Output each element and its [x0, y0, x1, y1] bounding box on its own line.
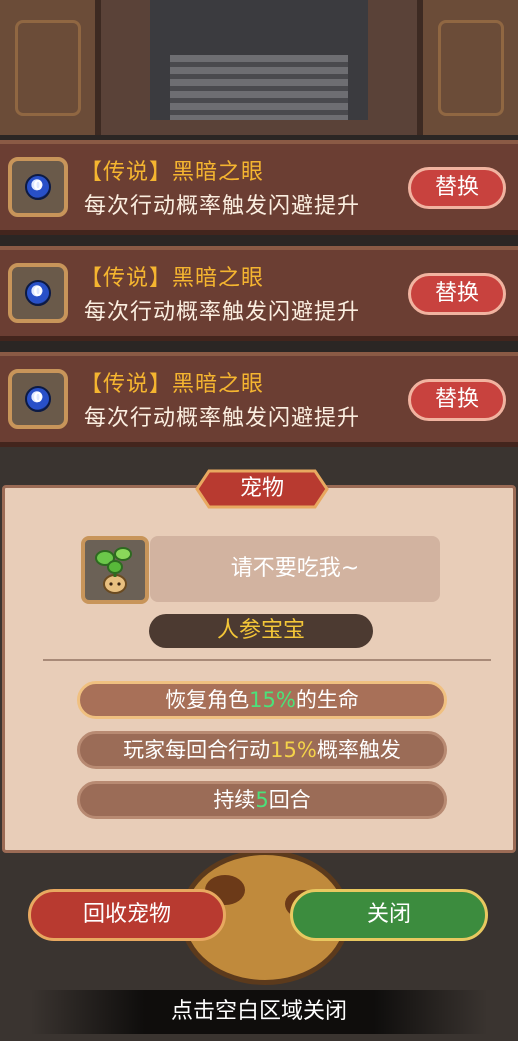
effect-text: 玩家每回合行动: [123, 738, 271, 762]
pet-effect-heal: 恢复角色15%的生命: [77, 681, 447, 719]
blue-gem-icon: 0: [25, 280, 51, 306]
equipment-row: 0 【传说】黑暗之眼 每次行动概率触发闪避提升 替换: [0, 352, 518, 447]
equipment-icon-frame[interactable]: 0: [8, 369, 68, 429]
effect-value: 15%: [249, 688, 296, 712]
pet-speech-bubble: 请不要吃我~: [150, 536, 440, 602]
pet-panel: 请不要吃我~ 人参宝宝 恢复角色15%的生命 玩家每回合行动15%概率触发 持续…: [2, 485, 516, 853]
pet-effect-trigger: 玩家每回合行动15%概率触发: [77, 731, 447, 769]
pillar-ornament-icon: [15, 20, 81, 116]
equipment-title: 【传说】黑暗之眼: [80, 160, 265, 185]
equipment-description: 每次行动概率触发闪避提升: [84, 406, 361, 431]
equipment-title: 【传说】黑暗之眼: [80, 266, 265, 291]
ginseng-sprout-icon: [95, 547, 132, 594]
equipment-description: 每次行动概率触发闪避提升: [84, 300, 361, 325]
effect-value: 5: [255, 788, 269, 812]
pet-name: 人参宝宝: [149, 614, 373, 648]
replace-button[interactable]: 替换: [408, 379, 506, 421]
equipment-description: 每次行动概率触发闪避提升: [84, 194, 361, 219]
pet-panel-tab: 宠物: [195, 469, 329, 509]
recycle-pet-button[interactable]: 回收宠物: [28, 889, 226, 941]
close-button[interactable]: 关闭: [290, 889, 488, 941]
pet-avatar: [81, 536, 149, 604]
pet-panel-title: 宠物: [239, 476, 284, 501]
replace-button[interactable]: 替换: [408, 167, 506, 209]
tap-to-close-hint[interactable]: 点击空白区域关闭: [30, 990, 488, 1034]
replace-button[interactable]: 替换: [408, 273, 506, 315]
pet-effect-duration: 持续5回合: [77, 781, 447, 819]
equipment-title: 【传说】黑暗之眼: [80, 372, 265, 397]
divider: [43, 659, 491, 661]
equipment-icon-frame[interactable]: 0: [8, 157, 68, 217]
left-pillar: [0, 0, 101, 135]
blue-gem-icon: 0: [25, 174, 51, 200]
right-pillar: [417, 0, 518, 135]
effect-text: 回合: [268, 788, 311, 812]
effect-text: 概率触发: [316, 738, 401, 762]
effect-value: 15%: [270, 738, 317, 762]
effect-text: 恢复角色: [165, 688, 250, 712]
effect-text: 的生命: [295, 688, 359, 712]
blue-gem-icon: 0: [25, 386, 51, 412]
stairs: [170, 55, 348, 120]
equipment-row: 0 【传说】黑暗之眼 每次行动概率触发闪避提升 替换: [0, 246, 518, 341]
effect-text: 持续: [213, 788, 256, 812]
equipment-icon-frame[interactable]: 0: [8, 263, 68, 323]
equipment-row: 0 【传说】黑暗之眼 每次行动概率触发闪避提升 替换: [0, 140, 518, 235]
pillar-ornament-icon: [438, 20, 504, 116]
